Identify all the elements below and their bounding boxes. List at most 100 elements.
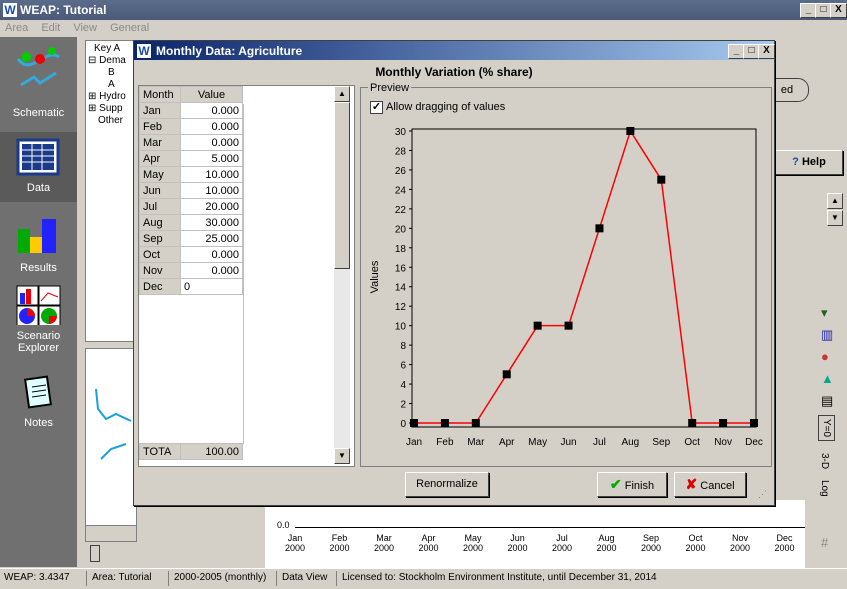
data-point[interactable] bbox=[688, 419, 697, 427]
x-axis-tick: Nov 2000 bbox=[729, 533, 751, 553]
x-axis-tick: Aug 2000 bbox=[596, 533, 617, 553]
cancel-button[interactable]: ✘ Cancel bbox=[674, 472, 746, 497]
value-cell[interactable]: 10.000 bbox=[180, 182, 243, 199]
value-cell[interactable]: 10.000 bbox=[180, 166, 243, 183]
menu-area[interactable]: Area bbox=[0, 20, 33, 36]
x-tick-label: Oct bbox=[684, 437, 700, 448]
y-axis-tick: 0.0 bbox=[277, 520, 290, 530]
legend-icon[interactable]: ▤ bbox=[821, 393, 833, 409]
help-button[interactable]: ? Help bbox=[775, 150, 843, 175]
value-cell[interactable]: 0 bbox=[180, 278, 243, 295]
y-zero-toggle[interactable]: Y=0 bbox=[818, 415, 835, 442]
value-cell[interactable]: 0.000 bbox=[180, 134, 243, 151]
y-tick-label: 2 bbox=[400, 400, 406, 411]
x-tick-label: Feb bbox=[436, 437, 454, 448]
map-horizontal-scrollbar[interactable] bbox=[85, 525, 137, 542]
scroll-thumb[interactable] bbox=[334, 102, 350, 269]
dialog-close-button[interactable]: X bbox=[758, 44, 775, 59]
y-tick-label: 16 bbox=[395, 263, 407, 274]
tree-item[interactable]: A bbox=[86, 79, 136, 91]
table-row[interactable]: Sep 25.000 bbox=[139, 230, 243, 247]
tree-item[interactable]: ⊞ Supp bbox=[86, 103, 136, 115]
renormalize-button[interactable]: Renormalize bbox=[405, 472, 489, 497]
sidebar-item-notes[interactable]: Notes bbox=[0, 375, 77, 435]
scroll-down-button[interactable]: ▼ bbox=[334, 448, 350, 464]
x-axis-tick: Jun 2000 bbox=[507, 533, 528, 553]
x-tick-label: Mar bbox=[467, 437, 485, 448]
monthly-variation-chart[interactable]: 024681012141618202224262830ValuesJan Feb M… bbox=[364, 123, 768, 461]
value-cell[interactable]: 0.000 bbox=[180, 102, 243, 119]
resize-grip-icon[interactable]: ⋰ bbox=[758, 489, 767, 500]
axis-icon[interactable]: ▲ bbox=[821, 371, 834, 386]
menu-general[interactable]: General bbox=[105, 20, 154, 36]
table-row[interactable]: Oct 0.000 bbox=[139, 246, 243, 263]
month-cell: Apr bbox=[139, 150, 181, 167]
sidebar-item-data[interactable]: Data bbox=[0, 132, 77, 202]
palette-icon[interactable]: ● bbox=[821, 349, 829, 364]
table-row[interactable]: Jul 20.000 bbox=[139, 198, 243, 215]
grid-icon[interactable]: # bbox=[821, 535, 828, 550]
table-row[interactable]: Mar 0.000 bbox=[139, 134, 243, 151]
view-bar: Schematic Data Results Scenario Explorer bbox=[0, 37, 77, 567]
table-row[interactable]: Dec 0 bbox=[139, 278, 243, 295]
tree-item[interactable]: ⊟ Dema bbox=[86, 55, 136, 67]
tree-item[interactable]: Key A bbox=[86, 43, 136, 55]
chart-type-icon[interactable]: ▾ bbox=[821, 305, 828, 321]
value-cell[interactable]: 0.000 bbox=[180, 262, 243, 279]
sidebar-item-results[interactable]: Results bbox=[0, 215, 77, 285]
grid-vertical-scrollbar[interactable]: ▲ ▼ bbox=[334, 86, 350, 464]
table-row[interactable]: Feb 0.000 bbox=[139, 118, 243, 135]
x-tick-label: Dec bbox=[745, 437, 763, 448]
data-point[interactable] bbox=[410, 419, 418, 427]
data-point[interactable] bbox=[471, 419, 480, 427]
allow-dragging-label[interactable]: Allow dragging of values bbox=[386, 101, 505, 113]
value-cell[interactable]: 25.000 bbox=[180, 230, 243, 247]
menu-edit[interactable]: Edit bbox=[36, 20, 65, 36]
allow-dragging-checkbox[interactable]: ✓ bbox=[370, 101, 383, 114]
data-point[interactable] bbox=[595, 224, 604, 233]
x-tick-label: Jun bbox=[560, 437, 576, 448]
tree-item[interactable]: ⊞ Hydro bbox=[86, 91, 136, 103]
3d-toggle[interactable]: 3-D bbox=[819, 453, 830, 469]
y-tick-label: 26 bbox=[395, 166, 407, 177]
value-cell[interactable]: 5.000 bbox=[180, 150, 243, 167]
data-point[interactable] bbox=[533, 321, 542, 330]
value-cell[interactable]: 0.000 bbox=[180, 246, 243, 263]
data-point[interactable] bbox=[719, 419, 728, 427]
table-row[interactable]: Nov 0.000 bbox=[139, 262, 243, 279]
total-row-table: TOTA 100.00 bbox=[139, 443, 243, 460]
data-point[interactable] bbox=[564, 321, 573, 330]
y-tick-label: 8 bbox=[400, 341, 406, 352]
sidebar-item-scenario-explorer[interactable]: Scenario Explorer bbox=[0, 285, 77, 365]
table-row[interactable]: May 10.000 bbox=[139, 166, 243, 183]
menu-view[interactable]: View bbox=[68, 20, 102, 36]
data-point[interactable] bbox=[502, 370, 511, 379]
close-button[interactable]: X bbox=[830, 3, 847, 18]
bar-style-icon[interactable]: ▥ bbox=[821, 327, 833, 343]
finish-button[interactable]: ✔ Finish bbox=[597, 472, 667, 497]
data-point[interactable] bbox=[750, 419, 758, 427]
mini-map[interactable] bbox=[85, 348, 137, 530]
column-header-month[interactable]: Month bbox=[139, 86, 181, 103]
table-row[interactable]: Jun 10.000 bbox=[139, 182, 243, 199]
value-cell[interactable]: 30.000 bbox=[180, 214, 243, 231]
tree-item[interactable]: B bbox=[86, 67, 136, 79]
month-cell: Feb bbox=[139, 118, 181, 135]
log-toggle[interactable]: Log bbox=[819, 480, 830, 497]
column-header-value[interactable]: Value bbox=[180, 86, 243, 103]
data-point[interactable] bbox=[440, 419, 449, 427]
data-point[interactable] bbox=[657, 175, 666, 184]
table-row[interactable]: Jan 0.000 bbox=[139, 102, 243, 119]
value-cell[interactable]: 0.000 bbox=[180, 118, 243, 135]
scroll-up-button[interactable]: ▲ bbox=[334, 86, 350, 102]
table-row[interactable]: Apr 5.000 bbox=[139, 150, 243, 167]
scroll-up-button[interactable]: ▲ bbox=[827, 193, 843, 209]
table-row[interactable]: Aug 30.000 bbox=[139, 214, 243, 231]
scroll-down-button[interactable]: ▼ bbox=[827, 210, 843, 226]
data-point[interactable] bbox=[626, 127, 635, 135]
value-cell[interactable]: 20.000 bbox=[180, 198, 243, 215]
tree-item[interactable]: Other bbox=[86, 115, 136, 127]
sidebar-item-schematic[interactable]: Schematic bbox=[0, 47, 77, 122]
month-cell: Mar bbox=[139, 134, 181, 151]
zoom-slider[interactable] bbox=[90, 545, 100, 562]
